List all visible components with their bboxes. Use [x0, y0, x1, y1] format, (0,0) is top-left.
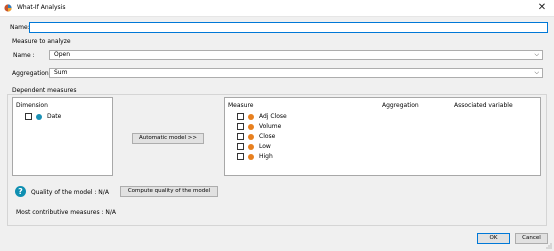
- ok-button[interactable]: OK: [477, 233, 510, 244]
- app-icon: [4, 4, 12, 12]
- measures-panel: Measure Aggregation Associated variable …: [224, 97, 541, 176]
- aggregation-label: Aggregation: [12, 70, 49, 77]
- measure-label: Close: [259, 133, 276, 140]
- close-icon[interactable]: ✕: [534, 1, 550, 14]
- compute-quality-button[interactable]: Compute quality of the model: [120, 186, 218, 197]
- measure-checkbox[interactable]: [237, 123, 244, 130]
- aggregation-value: Sum: [54, 69, 68, 76]
- help-icon[interactable]: ?: [15, 186, 26, 197]
- window-title: What-If Analysis: [17, 4, 66, 11]
- most-contributive-measures-text: Most contributive measures : N/A: [16, 209, 117, 216]
- measure-icon: [248, 123, 254, 130]
- quality-of-model-text: Quality of the model : N/A: [31, 189, 109, 196]
- resize-grip-icon[interactable]: [544, 241, 552, 249]
- title-bar: [0, 0, 554, 17]
- dimension-panel: Dimension Date: [12, 97, 113, 176]
- chevron-down-icon: ⌵: [534, 69, 539, 76]
- measure-icon: [248, 143, 254, 150]
- measure-label: Low: [259, 143, 271, 150]
- measure-icon: [248, 133, 254, 140]
- dimension-column-header: Dimension: [16, 102, 48, 109]
- measure-name-select[interactable]: Open ⌵: [49, 50, 543, 60]
- measure-label: Volume: [259, 123, 282, 130]
- measure-label: High: [259, 153, 273, 160]
- associated-variable-column-header: Associated variable: [454, 102, 513, 109]
- aggregation-column-header: Aggregation: [382, 102, 419, 109]
- measure-icon: [248, 153, 254, 160]
- dimension-label: Date: [47, 113, 62, 120]
- dimension-checkbox[interactable]: [25, 113, 32, 120]
- measure-column-header: Measure: [228, 102, 254, 109]
- measure-checkbox[interactable]: [237, 133, 244, 140]
- measure-name-label: Name :: [13, 52, 35, 59]
- name-input[interactable]: [29, 22, 548, 33]
- measure-label: Adj Close: [259, 113, 287, 120]
- name-label: Name:: [10, 24, 30, 31]
- chevron-down-icon: ⌵: [534, 51, 539, 58]
- aggregation-select[interactable]: Sum ⌵: [49, 68, 543, 78]
- measure-checkbox[interactable]: [237, 153, 244, 160]
- measure-checkbox[interactable]: [237, 113, 244, 120]
- measure-checkbox[interactable]: [237, 143, 244, 150]
- automatic-model-button[interactable]: Automatic model >>: [132, 133, 204, 144]
- dimension-icon: [36, 113, 42, 120]
- measure-icon: [248, 113, 254, 120]
- measure-name-value: Open: [54, 51, 71, 58]
- dependent-measures-header: Dependent measures: [12, 87, 77, 94]
- measure-to-analyze-header: Measure to analyze: [12, 38, 71, 45]
